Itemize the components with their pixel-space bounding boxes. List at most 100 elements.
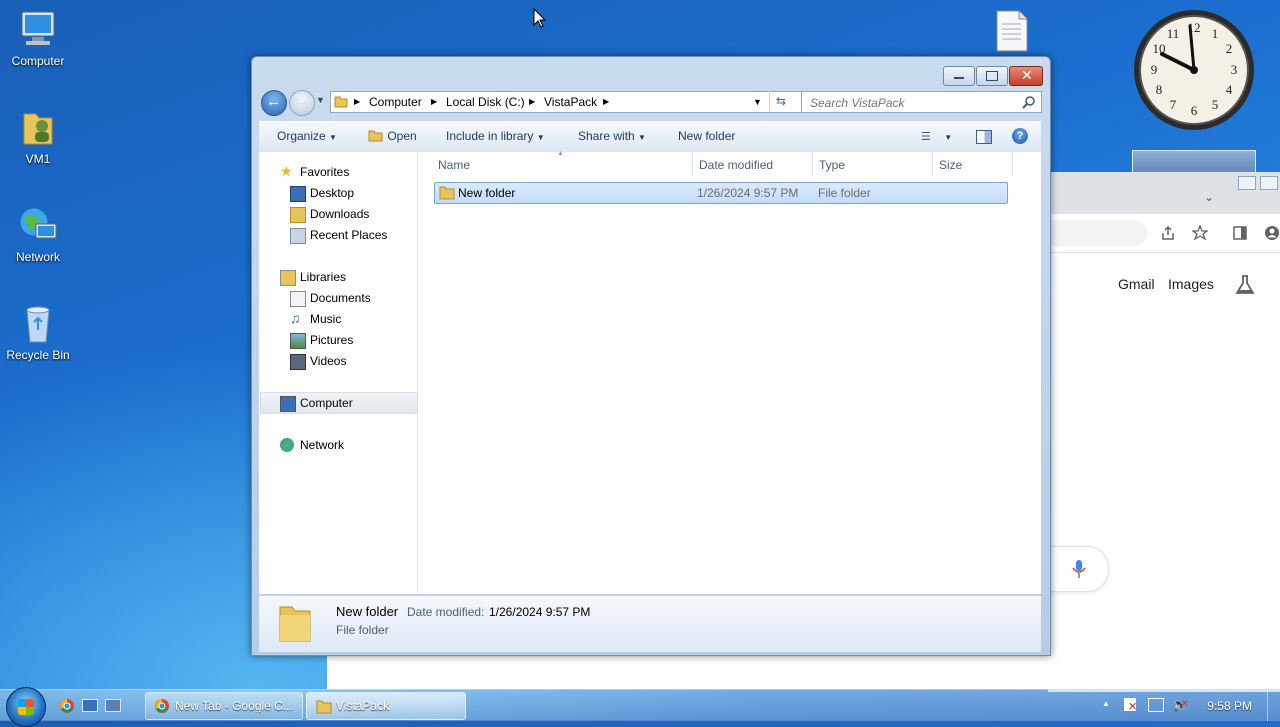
nav-documents[interactable]: Documents [290,291,371,307]
address-bar[interactable]: ▶ Computer ▶ Local Disk (C:) ▶ VistaPack… [330,91,802,113]
maximize-button[interactable] [976,66,1008,86]
nav-label: Videos [310,354,347,368]
nav-label: Computer [300,396,353,410]
breadcrumb-vistapack[interactable]: VistaPack [544,95,597,109]
search-icon[interactable] [1022,95,1036,109]
explorer-window[interactable]: ✕ ← → ▼ ▶ Computer ▶ Local Disk (C:) ▶ V… [251,56,1051,656]
include-in-library-button[interactable]: Include in library ▼ [446,129,545,143]
chrome-quicklaunch-icon[interactable] [59,698,75,714]
breadcrumb-computer[interactable]: Computer [369,95,422,109]
nav-label: Music [310,312,342,326]
side-panel-icon[interactable] [1232,225,1248,241]
preview-pane-icon[interactable] [976,130,992,144]
chrome-window[interactable]: ⌄ Gmail Images [1038,172,1280,692]
nav-network[interactable]: Network [280,438,344,452]
close-button[interactable]: ✕ [1009,66,1043,86]
taskbar-button-explorer[interactable]: VistaPack [306,692,466,720]
search-input[interactable] [808,94,1022,112]
show-hidden-icons-chevron[interactable]: ▲ [1102,699,1110,708]
column-header-date-modified[interactable]: Date modified [699,158,773,172]
omnibox[interactable] [1048,220,1148,246]
recent-pages-chevron-icon[interactable]: ▼ [316,95,325,105]
explorer-content: ★ Favorites Desktop Downloads Recent Pla… [259,150,1041,594]
volume-muted-icon[interactable]: 🔈 ✕ [1172,697,1189,713]
share-icon[interactable] [1160,225,1176,241]
restore-icon[interactable] [1260,176,1278,190]
chrome-tabstrip: ⌄ [1048,172,1280,214]
breadcrumb-separator-icon[interactable]: ▶ [431,97,437,106]
desktop-icon-computer[interactable]: Computer [0,8,76,68]
column-separator[interactable] [932,152,933,176]
breadcrumb-separator-icon[interactable]: ▶ [603,97,609,106]
clock-numeral: 8 [1156,82,1163,97]
labs-flask-icon[interactable] [1234,274,1256,296]
minimize-icon[interactable] [1238,176,1256,190]
view-options-button[interactable]: ☰ ▼ [921,129,952,143]
show-desktop-quicklaunch-icon[interactable] [82,699,98,712]
nav-videos[interactable]: Videos [290,354,347,370]
user-folder-icon [23,113,53,145]
breadcrumb-separator-icon[interactable]: ▶ [354,97,360,106]
column-header-type[interactable]: Type [819,158,845,172]
show-desktop-button[interactable] [1267,690,1280,721]
nav-downloads[interactable]: Downloads [290,207,369,223]
chrome-tab-search-icon[interactable]: ⌄ [1204,190,1214,204]
action-center-icon[interactable]: ✕ [1124,698,1138,713]
open-button[interactable]: Open [368,129,417,143]
help-icon[interactable]: ? [1012,128,1028,144]
desktop-icon-vm1[interactable]: VM1 [0,106,76,166]
gmail-link[interactable]: Gmail [1118,276,1155,292]
document-icon[interactable] [995,10,1029,52]
details-pane: New folder Date modified: 1/26/2024 9:57… [259,595,1041,652]
folder-icon [334,96,348,108]
back-arrow-icon: ← [266,93,281,110]
breadcrumb-local-disk[interactable]: Local Disk (C:) [446,95,525,109]
clock-numeral: 7 [1170,97,1177,112]
start-button[interactable] [6,687,46,727]
switch-windows-quicklaunch-icon[interactable] [105,699,121,712]
address-history-chevron-icon[interactable]: ▼ [753,97,762,107]
new-folder-button[interactable]: New folder [678,129,735,143]
taskbar-button-label: VistaPack [336,699,390,713]
dropdown-arrow-icon: ▼ [944,133,953,142]
nav-favorites[interactable]: ★ Favorites [280,163,349,179]
taskbar-button-chrome[interactable]: New Tab - Google C... [145,692,303,720]
desktop-icon-label: VM1 [25,152,51,166]
bookmark-star-icon[interactable] [1192,225,1208,241]
music-note-icon: ♫ [290,310,301,326]
forward-button[interactable]: → [289,90,315,116]
desktop-icon-recycle-bin[interactable]: Recycle Bin [0,302,76,362]
breadcrumb-separator-icon[interactable]: ▶ [529,97,535,106]
desktop-icon-network[interactable]: Network [0,204,76,264]
column-header-size[interactable]: Size [939,158,962,172]
back-button[interactable]: ← [261,90,287,116]
navigation-pane: ★ Favorites Desktop Downloads Recent Pla… [259,152,418,594]
file-row[interactable]: New folder 1/26/2024 9:57 PM File folder [434,182,1008,204]
share-with-button[interactable]: Share with ▼ [578,129,646,143]
column-separator[interactable] [692,152,693,176]
taskbar-clock[interactable]: 9:58 PM [1207,699,1252,713]
nav-recent-places[interactable]: Recent Places [290,228,387,244]
clock-gadget[interactable]: 12 1 2 3 4 5 6 7 8 9 10 11 [1132,8,1256,132]
microphone-icon[interactable] [1072,559,1086,579]
search-box[interactable] [801,91,1042,113]
nav-pictures[interactable]: Pictures [290,333,353,349]
column-header-name[interactable]: Name [438,158,470,172]
clock-numeral: 2 [1226,41,1233,56]
organize-menu-button[interactable]: Organize ▼ [277,129,337,143]
red-x-icon: ✕ [1128,701,1138,713]
column-separator[interactable] [812,152,813,176]
images-link[interactable]: Images [1168,276,1214,292]
nav-computer[interactable]: Computer [280,396,353,412]
sort-arrow-icon: ▲ [557,150,564,157]
minimize-button[interactable] [943,66,975,86]
network-tray-icon[interactable] [1148,698,1164,712]
nav-music[interactable]: ♫ Music [290,310,342,326]
nav-label: Desktop [310,186,355,200]
share-with-label: Share with [578,129,635,143]
column-separator[interactable] [1012,152,1013,176]
nav-desktop[interactable]: Desktop [290,186,355,202]
refresh-button[interactable]: ⇆ [769,91,792,111]
profile-icon[interactable] [1264,225,1280,241]
nav-libraries[interactable]: Libraries [280,270,346,286]
